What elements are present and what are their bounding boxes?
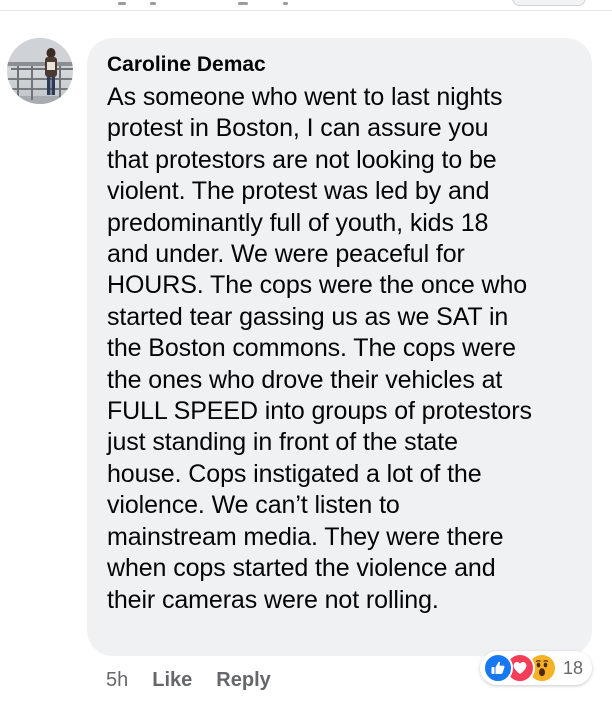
author-name[interactable]: Caroline Demac — [107, 52, 574, 78]
comment-text-line: FULL SPEED into groups of protestors — [107, 397, 532, 426]
reactions-summary[interactable]: 18 — [480, 651, 592, 685]
comment-text-line: started tear gassing us as we SAT in — [107, 302, 509, 331]
comment-actions: 5h Like Reply — [106, 666, 271, 694]
comment-bubble: Caroline Demac As someone who went to la… — [87, 38, 592, 656]
reaction-count: 18 — [563, 657, 584, 678]
comment-text-line: just standing in front of the state — [107, 428, 458, 457]
comment-text-line: the Boston commons. The cops were — [107, 334, 516, 363]
comment-text-line: violent. The protest was led by and — [107, 177, 490, 206]
comment-text-line: house. Cops instigated a lot of the — [107, 459, 482, 488]
reply-button[interactable]: Reply — [216, 669, 270, 692]
timestamp[interactable]: 5h — [106, 669, 128, 692]
comment-text: As someone who went to last nights prote… — [107, 82, 574, 616]
like-icon — [483, 653, 513, 683]
profile-photo-icon — [7, 38, 73, 104]
comment-text-line: predominantly full of youth, kids 18 — [107, 208, 489, 237]
avatar[interactable] — [7, 38, 73, 104]
comment-text-line: mainstream media. They were there — [107, 522, 504, 551]
comment-text-line: violence. We can’t listen to — [107, 491, 400, 520]
previous-reaction-pill — [512, 0, 586, 6]
comment-screenshot: Caroline Demac As someone who went to la… — [0, 0, 612, 708]
comment-text-line: their cameras were not rolling. — [107, 585, 439, 614]
like-button[interactable]: Like — [152, 669, 192, 692]
comment-text-line: HOURS. The cops were the once who — [107, 271, 528, 300]
comment-text-line: and under. We were peaceful for — [107, 240, 465, 269]
comment-text-line: As someone who went to last nights — [107, 83, 503, 111]
comment-text-line: that protestors are not looking to be — [107, 145, 497, 174]
comment-text-line: when cops started the violence and — [107, 554, 496, 583]
comment-text-line: the ones who drove their vehicles at — [107, 365, 503, 394]
divider — [0, 10, 612, 11]
comment-text-line: protest in Boston, I can assure you — [107, 114, 489, 143]
